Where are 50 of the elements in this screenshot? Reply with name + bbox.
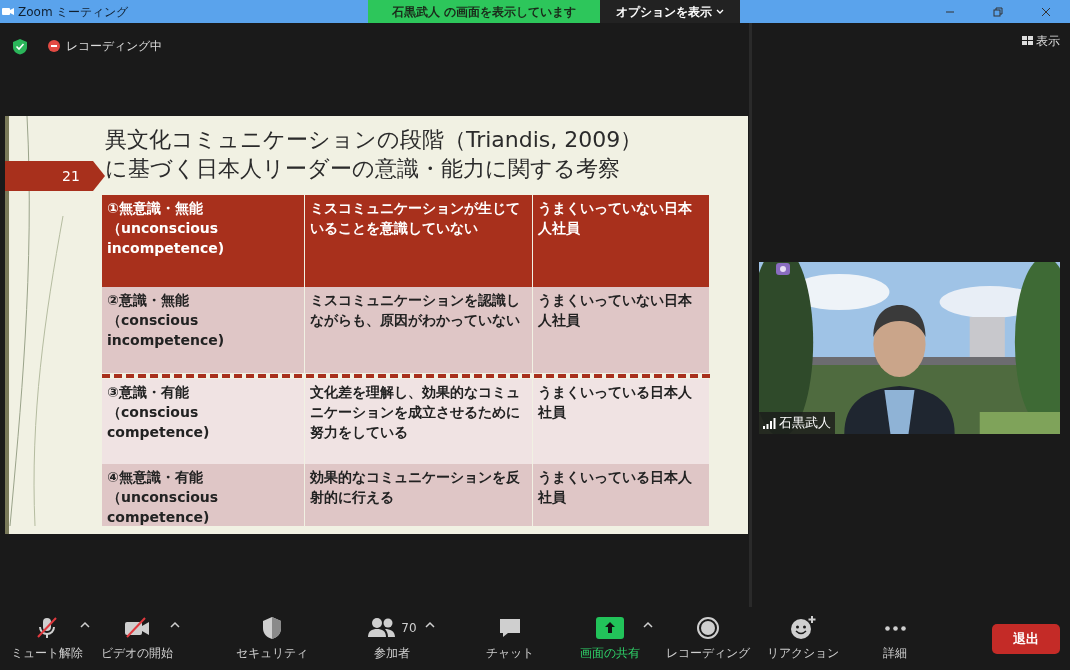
caret-icon[interactable] [425,621,435,629]
sharing-banner: 石黒武人 の画面を表示しています [368,0,600,23]
table-cell: ③意識・有能（conscious competence) [102,379,305,464]
table-cell: ミスコミュニケーションが生じていることを意識していない [305,195,533,287]
toolbar-button[interactable]: ビデオの開始 [96,615,178,662]
table-cell: うまくいっている日本人社員 [533,464,710,526]
slide-title: に基づく日本人リーダーの意識・能力に関する考察 [105,155,621,183]
table-cell: ②意識・無能（conscious incompetence) [102,287,305,373]
table-cell: うまくいっていない日本人社員 [533,195,710,287]
zoom-logo-icon [2,7,14,16]
share-screen-icon [596,617,624,639]
more-icon [884,625,906,631]
badge-icon [776,263,790,275]
window-title: Zoom ミーティング [18,3,129,21]
view-button[interactable]: 表示 [1022,32,1060,50]
table-cell: うまくいっていない日本人社員 [533,287,710,373]
grid-icon [1022,36,1033,46]
toolbar-button[interactable]: 70 参加者 [351,615,433,662]
close-icon[interactable] [1041,6,1051,17]
record-icon [695,615,721,641]
signal-icon [763,417,776,429]
encryption-shield-icon[interactable] [12,37,28,55]
muted-microphone-icon [34,615,60,641]
toolbar-button[interactable]: リアクション [762,615,844,662]
table-cell: ①無意識・無能（unconscious incompetence) [102,195,305,287]
view-options-button[interactable]: オプションを表示 [600,0,740,23]
chevron-down-icon [716,8,724,15]
toolbar-button[interactable]: ミュート解除 [6,615,88,662]
leave-button[interactable]: 退出 [992,623,1060,654]
table-cell: うまくいっている日本人社員 [533,379,710,464]
toolbar-button[interactable]: 詳細 [854,615,936,662]
smiley-plus-icon [789,615,817,641]
participant-name: 石黒武人 [779,414,831,433]
caret-icon[interactable] [80,621,90,629]
table-cell: 効果的なコミュニケーションを反射的に行える [305,464,533,526]
toolbar-button[interactable]: チャット [469,615,551,662]
shield-icon [260,615,284,641]
table-cell: ④無意識・有能（unconscious competence) [102,464,305,526]
table-cell: ミスコミュニケーションを認識しながらも、原因がわかっていない [305,287,533,373]
recording-label: レコーディング中 [66,38,162,55]
toolbar-button[interactable]: レコーディング [667,615,749,662]
toolbar-button[interactable]: セキュリティ [231,615,313,662]
recording-icon [48,40,60,52]
toolbar-button[interactable]: 画面の共有 [569,615,651,662]
table-cell: 文化差を理解し、効果的なコミュニケーションを成立させるために努力をしている [305,379,533,464]
participant-count: 70 [401,620,417,637]
caret-icon[interactable] [643,621,653,629]
restore-icon[interactable] [993,6,1003,17]
caret-icon[interactable] [170,621,180,629]
slide-title: 異文化コミュニケーションの段階（Triandis, 2009） [105,126,644,154]
